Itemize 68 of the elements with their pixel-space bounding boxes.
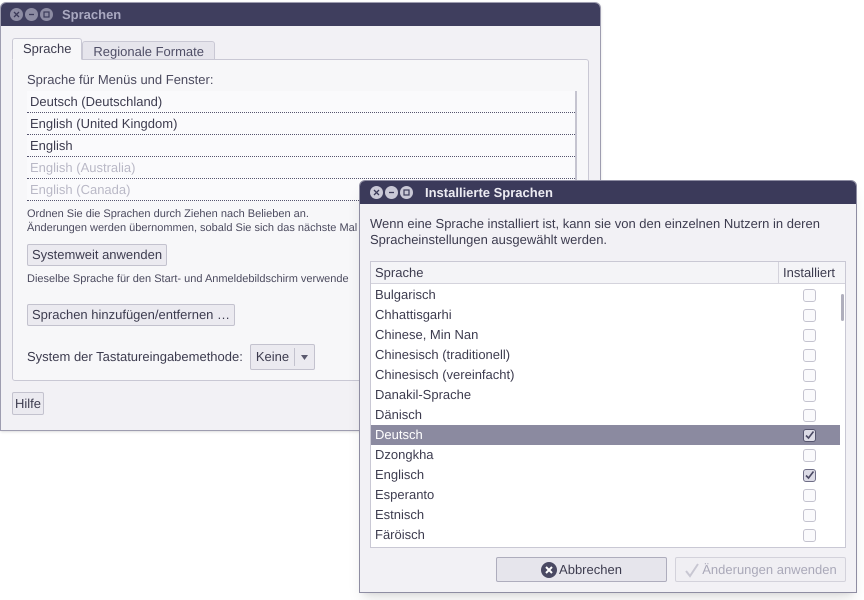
language-name: Dzongkha xyxy=(374,446,435,464)
window-title: Installierte Sprachen xyxy=(425,184,553,202)
apply-systemwide-button[interactable]: Systemweit anwenden xyxy=(27,244,168,266)
hint-text: Dieselbe Sprache für den Start- und Anmeldebildschirm verwende xyxy=(27,272,349,286)
language-row[interactable]: Bulgarisch xyxy=(371,285,840,305)
installed-checkbox[interactable] xyxy=(802,528,816,542)
language-item[interactable]: English xyxy=(27,135,575,157)
language-item[interactable]: Deutsch (Deutschland) xyxy=(27,91,575,113)
hint-text: Änderungen werden übernommen, sobald Sie sich das nächste Mal xyxy=(27,221,358,235)
minimize-icon[interactable] xyxy=(385,186,398,199)
help-button[interactable]: Hilfe xyxy=(12,392,44,415)
close-icon[interactable] xyxy=(10,8,23,21)
column-header[interactable]: Installiert xyxy=(779,262,845,283)
language-name: Esperanto xyxy=(374,486,436,504)
installed-checkbox[interactable] xyxy=(802,308,816,322)
language-name: Dänisch xyxy=(374,406,423,424)
installed-checkbox[interactable] xyxy=(802,448,816,462)
cancel-button[interactable]: Abbrechen xyxy=(496,557,667,582)
installed-checkbox[interactable] xyxy=(802,388,816,402)
language-row[interactable]: Estnisch xyxy=(371,505,840,525)
language-name: Chinesisch (vereinfacht) xyxy=(374,366,516,384)
cancel-icon xyxy=(541,562,558,578)
installed-checkbox[interactable] xyxy=(802,288,816,302)
dialog-description: Wenn eine Sprache installiert ist, kann sie von den einzelnen Nutzern in deren Spracheinstellungen ausgewählt werden. xyxy=(370,216,821,248)
installed-checkbox[interactable] xyxy=(802,468,816,482)
language-row[interactable]: Chinesisch (vereinfacht) xyxy=(371,365,840,385)
close-icon[interactable] xyxy=(370,186,383,199)
language-name: Estnisch xyxy=(374,506,426,524)
column-header[interactable]: Sprache xyxy=(371,262,779,283)
language-row[interactable]: Danakil-Sprache xyxy=(371,385,840,405)
language-name: Danakil-Sprache xyxy=(374,386,472,404)
installed-checkbox[interactable] xyxy=(802,368,816,382)
language-row[interactable]: Esperanto xyxy=(371,485,840,505)
installed-checkbox[interactable] xyxy=(802,428,816,442)
language-item[interactable]: English (United Kingdom) xyxy=(27,113,575,135)
installed-checkbox[interactable] xyxy=(802,408,816,422)
input-method-dropdown[interactable]: Keine xyxy=(250,344,316,370)
tab[interactable]: Sprache xyxy=(12,38,82,60)
hint-text: Ordnen Sie die Sprachen durch Ziehen nach Belieben an. xyxy=(27,207,309,221)
language-row[interactable]: Chinese, Min Nan xyxy=(371,325,840,345)
language-name: Chinesisch (traditionell) xyxy=(374,346,512,364)
installed-checkbox[interactable] xyxy=(802,328,816,342)
language-name: Färöisch xyxy=(374,526,426,544)
scrollbar-thumb[interactable] xyxy=(841,294,844,321)
language-row[interactable]: Färöisch xyxy=(371,525,840,545)
dropdown-caret-icon xyxy=(301,354,308,360)
language-name: Englisch xyxy=(374,466,426,484)
tab[interactable]: Regionale Formate xyxy=(82,41,215,60)
language-row[interactable]: Dzongkha xyxy=(371,445,840,465)
checkmark-icon xyxy=(684,562,700,578)
minimize-icon[interactable] xyxy=(25,8,38,21)
language-name: Bulgarisch xyxy=(374,286,437,304)
language-row[interactable]: Chinesisch (traditionell) xyxy=(371,345,840,365)
window-title: Sprachen xyxy=(62,6,122,24)
maximize-icon[interactable] xyxy=(40,8,53,21)
installed-checkbox[interactable] xyxy=(802,348,816,362)
maximize-icon[interactable] xyxy=(400,186,413,199)
language-name: Deutsch xyxy=(374,426,424,444)
language-row[interactable]: Englisch xyxy=(371,465,840,485)
add-remove-languages-button[interactable]: Sprachen hinzufügen/entfernen … xyxy=(27,304,236,326)
list-label: Sprache für Menüs und Fenster: xyxy=(27,72,214,88)
installed-checkbox[interactable] xyxy=(802,508,816,522)
installed-checkbox[interactable] xyxy=(802,488,816,502)
language-row[interactable]: Chhattisgarhi xyxy=(371,305,840,325)
language-name: Chinese, Min Nan xyxy=(374,326,480,344)
language-name: Chhattisgarhi xyxy=(374,306,453,324)
language-row[interactable]: Dänisch xyxy=(371,405,840,425)
input-method-label: System der Tastatureingabemethode: xyxy=(27,348,243,366)
